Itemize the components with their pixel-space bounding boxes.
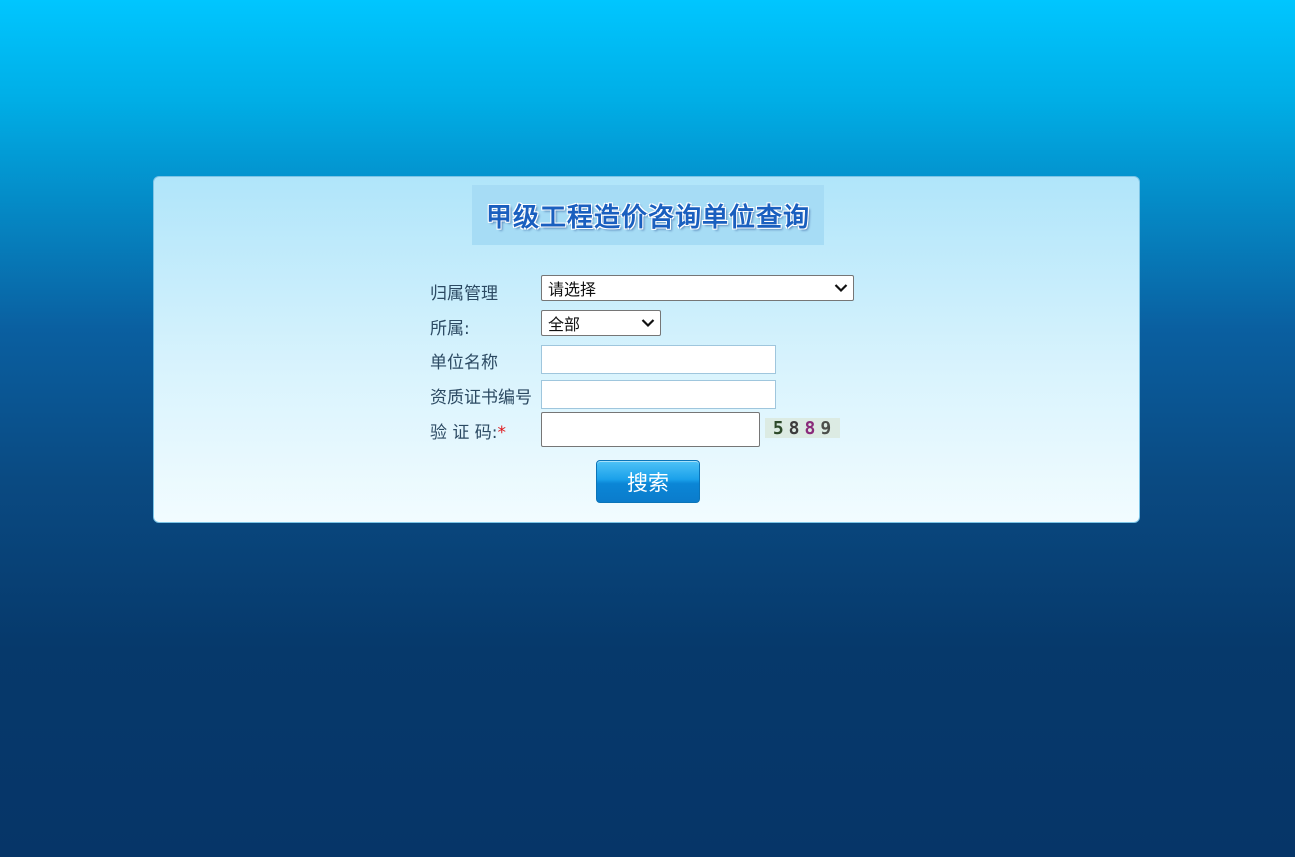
affiliation-label: 所属:: [430, 319, 470, 339]
unit-name-label: 单位名称: [430, 353, 498, 373]
affiliation-select-value: 全部: [548, 315, 581, 334]
captcha-digit: 8: [788, 417, 805, 439]
affiliation-select[interactable]: 全部: [541, 310, 661, 336]
captcha-label-text: 验 证 码:: [430, 423, 498, 443]
management-select-value: 请选择: [548, 280, 597, 299]
management-label: 归属管理: [430, 284, 498, 304]
captcha-image[interactable]: 5889: [765, 417, 840, 439]
cert-no-label: 资质证书编号: [430, 388, 532, 408]
title-banner: 甲级工程造价咨询单位查询: [472, 185, 824, 245]
cert-no-input[interactable]: [541, 380, 776, 409]
required-asterisk: *: [497, 423, 507, 443]
captcha-label: 验 证 码:*: [430, 418, 506, 443]
search-button[interactable]: 搜索: [596, 460, 700, 503]
chevron-down-icon: [833, 280, 849, 296]
chevron-down-icon: [640, 315, 656, 331]
search-panel: 甲级工程造价咨询单位查询 归属管理 请选择 所属: 全部 单位名称 资质证书编号…: [153, 176, 1140, 523]
management-select[interactable]: 请选择: [541, 275, 854, 301]
captcha-input[interactable]: [541, 412, 760, 447]
page-title: 甲级工程造价咨询单位查询: [485, 202, 810, 233]
captcha-digit: 8: [804, 417, 821, 439]
unit-name-input[interactable]: [541, 345, 776, 374]
captcha-digit: 5: [772, 417, 789, 439]
captcha-digit: 9: [820, 417, 837, 439]
